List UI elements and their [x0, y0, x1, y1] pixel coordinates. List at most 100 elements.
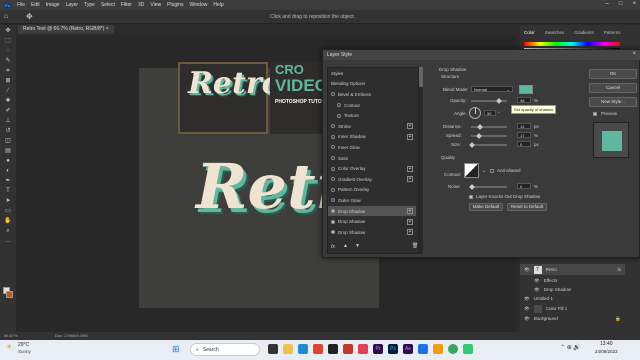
visibility-eye-icon[interactable]: 👁 [524, 267, 530, 273]
healing-brush-icon[interactable]: ✚ [4, 97, 12, 105]
add-style-button[interactable]: + [407, 176, 413, 183]
quick-select-icon[interactable]: ✎ [4, 57, 12, 65]
menu-edit[interactable]: Edit [31, 2, 40, 8]
visibility-eye-icon[interactable]: 👁 [524, 296, 530, 302]
rectangle-tool-icon[interactable]: ▭ [4, 207, 12, 215]
chevron-down-icon[interactable]: ⌄ [482, 168, 486, 174]
type-tool-icon[interactable]: T [4, 187, 12, 195]
taskbar-search[interactable]: ⌕ Search [190, 343, 260, 356]
antialiased-checkbox[interactable] [490, 169, 494, 173]
style-bevel-emboss[interactable]: Bevel & Emboss [328, 89, 416, 100]
app-icon[interactable] [358, 344, 368, 354]
style-blending-options[interactable]: Blending Options [328, 79, 416, 90]
style-inner-glow[interactable]: Inner Glow [328, 142, 416, 153]
menu-file[interactable]: File [17, 2, 25, 8]
style-contour[interactable]: Contour [328, 100, 416, 111]
marquee-tool-icon[interactable]: ⬚ [4, 37, 12, 45]
clock-time[interactable]: 13:40 [600, 341, 613, 347]
style-checkbox[interactable] [331, 198, 335, 203]
style-checkbox[interactable] [331, 92, 335, 97]
knockout-checkbox[interactable] [469, 195, 473, 199]
tray-icons[interactable]: ⌃ ⊕ 🔊 [560, 344, 581, 351]
media-icon[interactable] [343, 344, 353, 354]
clone-stamp-icon[interactable]: ⊥ [4, 117, 12, 125]
style-stroke[interactable]: Stroke + [328, 121, 416, 132]
lasso-tool-icon[interactable]: ◌ [4, 47, 12, 55]
edge-icon[interactable] [298, 344, 308, 354]
add-style-button[interactable]: + [407, 165, 413, 172]
tab-patterns[interactable]: Patterns [604, 30, 621, 39]
size-input[interactable]: 0 [517, 141, 531, 147]
spread-input[interactable]: 17 [517, 132, 531, 138]
close-icon[interactable]: × [632, 1, 636, 7]
size-slider[interactable] [471, 144, 507, 146]
style-checkbox[interactable] [337, 113, 341, 118]
dialog-title[interactable]: Layer Style [323, 50, 640, 60]
add-style-button[interactable]: + [407, 123, 413, 130]
styles-scrollbar[interactable] [419, 67, 423, 254]
cancel-button[interactable]: Cancel [589, 83, 637, 93]
make-default-button[interactable]: Make Default [469, 203, 503, 211]
close-icon[interactable]: × [632, 51, 636, 57]
style-drop-shadow-3[interactable]: Drop Shadow + [328, 227, 416, 238]
color-ramp[interactable] [524, 42, 620, 46]
ok-button[interactable]: OK [589, 69, 637, 79]
tab-swatches[interactable]: Swatches [545, 30, 565, 39]
visibility-eye-icon[interactable]: 👁 [534, 278, 540, 284]
fx-menu-button[interactable]: fx [331, 244, 335, 250]
tab-gradients[interactable]: Gradients [574, 30, 594, 39]
tab-color[interactable]: Color [524, 30, 535, 39]
style-checkbox[interactable] [331, 187, 335, 192]
windows-start-icon[interactable]: ⊞ [172, 344, 180, 355]
app-icon[interactable] [433, 344, 443, 354]
weather-temp[interactable]: 29°C [18, 342, 29, 348]
style-checkbox[interactable] [331, 156, 335, 161]
reset-default-button[interactable]: Reset to Default [507, 203, 547, 211]
visibility-eye-icon[interactable]: 👁 [524, 316, 530, 322]
preview-checkbox[interactable] [593, 112, 597, 116]
contour-preview[interactable] [464, 163, 479, 178]
styles-header[interactable]: Styles [328, 68, 416, 79]
minimize-icon[interactable]: – [606, 1, 609, 7]
eraser-icon[interactable]: ◫ [4, 137, 12, 145]
menu-help[interactable]: Help [213, 2, 223, 8]
menu-window[interactable]: Window [190, 2, 208, 8]
move-tool-icon[interactable]: ✥ [4, 27, 12, 35]
menu-plugins[interactable]: Plugins [167, 2, 183, 8]
premiere-icon[interactable]: Pr [373, 344, 383, 354]
style-pattern-overlay[interactable]: Pattern Overlay [328, 185, 416, 196]
menu-layer[interactable]: Layer [66, 2, 79, 8]
shadow-color-swatch[interactable] [519, 85, 533, 94]
noise-input[interactable]: 0 [517, 183, 531, 189]
style-satin[interactable]: Satin [328, 153, 416, 164]
brush-tool-icon[interactable]: ✐ [4, 107, 12, 115]
visibility-eye-icon[interactable]: 👁 [534, 287, 540, 293]
new-style-button[interactable]: New Style... [589, 97, 637, 107]
style-texture[interactable]: Texture [328, 110, 416, 121]
move-down-icon[interactable]: ▼ [355, 243, 360, 249]
scrollbar-thumb[interactable] [419, 67, 423, 87]
chrome-icon[interactable] [448, 344, 458, 354]
visibility-eye-icon[interactable]: 👁 [524, 306, 530, 312]
background-color-swatch[interactable] [6, 291, 13, 298]
angle-dial[interactable] [469, 107, 481, 119]
style-inner-shadow[interactable]: Inner Shadow + [328, 132, 416, 143]
style-color-overlay[interactable]: Color Overlay + [328, 163, 416, 174]
app-icon[interactable] [418, 344, 428, 354]
file-explorer-icon[interactable] [283, 344, 293, 354]
layer-row-retro[interactable]: 👁 T Retro fx [520, 264, 625, 275]
add-style-button[interactable]: + [407, 208, 413, 215]
style-checkbox[interactable] [331, 166, 335, 171]
style-drop-shadow-1[interactable]: Drop Shadow + [328, 205, 416, 217]
add-style-button[interactable]: + [407, 218, 413, 225]
crop-tool-icon[interactable]: ⌗ [4, 67, 12, 75]
distance-input[interactable]: 12 [517, 123, 531, 129]
task-view-icon[interactable] [268, 344, 278, 354]
path-select-icon[interactable]: ➤ [4, 197, 12, 205]
style-checkbox[interactable] [331, 230, 335, 235]
menu-view[interactable]: View [150, 2, 161, 8]
noise-slider[interactable] [471, 186, 507, 188]
style-outer-glow[interactable]: Outer Glow [328, 195, 416, 206]
menu-3d[interactable]: 3D [138, 2, 144, 8]
more-tools-icon[interactable]: … [4, 237, 12, 245]
